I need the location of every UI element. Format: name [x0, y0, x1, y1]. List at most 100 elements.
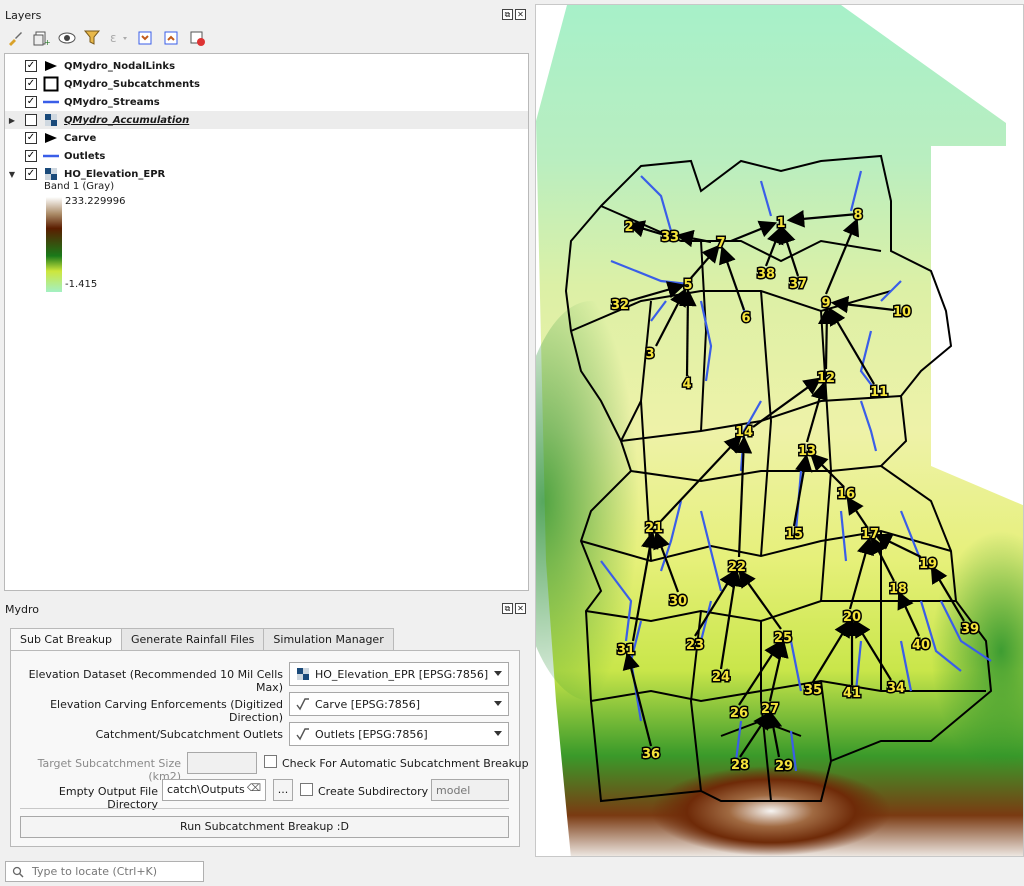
carving-select[interactable]: Carve [EPSG:7856]	[289, 692, 509, 716]
target-size-input[interactable]	[187, 752, 257, 774]
subcatchment-label: 1	[776, 216, 785, 231]
subcatchment-label: 28	[731, 758, 749, 773]
elevation-dataset-label: Elevation Dataset (Recommended 10 Mil Ce…	[28, 668, 283, 694]
float-panel-icon[interactable]: ⧉	[502, 9, 513, 20]
legend-band-label: Band 1 (Gray)	[44, 181, 115, 192]
visibility-eye-icon[interactable]	[56, 27, 78, 49]
subcatchment-label: 2	[624, 220, 633, 235]
subcatchment-label: 18	[889, 582, 907, 597]
carving-value: Carve [EPSG:7856]	[315, 697, 421, 711]
auto-breakup-checkbox[interactable]	[264, 755, 277, 768]
subcatchment-label: 29	[775, 759, 793, 774]
outlets-value: Outlets [EPSG:7856]	[315, 727, 428, 741]
svg-text:+: +	[44, 38, 50, 47]
layer-visibility-checkbox[interactable]: ✓	[25, 60, 37, 72]
filter-icon[interactable]	[82, 27, 104, 49]
form-divider	[20, 808, 509, 809]
subcatchment-label: 22	[728, 560, 746, 575]
line-icon	[43, 149, 59, 163]
create-subdir-checkbox[interactable]	[300, 783, 313, 796]
subcatchment-label: 10	[893, 305, 911, 320]
subcatchment-label: 31	[617, 643, 635, 658]
tab-sub-cat-breakup[interactable]: Sub Cat Breakup	[10, 628, 122, 651]
outlets-select[interactable]: Outlets [EPSG:7856]	[289, 722, 509, 746]
chevron-down-icon	[494, 731, 502, 736]
subcatchment-label: 36	[642, 747, 660, 762]
subcatchment-label: 9	[821, 296, 830, 311]
layer-name: QMydro_Accumulation	[64, 114, 190, 126]
float-panel-icon[interactable]: ⧉	[502, 603, 513, 614]
remove-layer-icon[interactable]	[186, 27, 208, 49]
expand-all-icon[interactable]	[134, 27, 156, 49]
subcatchment-label: 6	[741, 311, 750, 326]
elevation-dataset-select[interactable]: HO_Elevation_EPR [EPSG:7856]	[289, 662, 509, 686]
subcatchment-label: 3	[645, 347, 654, 362]
subcatchment-label: 5	[683, 278, 692, 293]
subcatchment-label: 21	[645, 521, 663, 536]
layer-name: Outlets	[64, 150, 106, 162]
subdir-name-input[interactable]	[431, 779, 509, 801]
layer-visibility-checkbox[interactable]	[25, 114, 37, 126]
layer-row-qmydro-accumulation[interactable]: ▶ QMydro_Accumulation	[5, 111, 528, 129]
clear-icon[interactable]: ⌫	[247, 783, 261, 794]
tab-generate-rainfall-files[interactable]: Generate Rainfall Files	[121, 628, 265, 650]
add-group-icon[interactable]: +	[30, 27, 52, 49]
legend-min-value: -1.415	[65, 279, 98, 290]
subcatchment-label: 37	[789, 277, 807, 292]
raster-icon	[43, 167, 59, 181]
layer-row-qmydro-subcatchments[interactable]: ✓ QMydro_Subcatchments	[5, 75, 528, 93]
layer-name: QMydro_Subcatchments	[64, 78, 200, 90]
mydro-panel-title: Mydro ⧉ ✕	[0, 598, 530, 620]
layers-toolbar: + ε	[4, 26, 208, 50]
layer-visibility-checkbox[interactable]: ✓	[25, 150, 37, 162]
layer-row-carve[interactable]: ✓ Carve	[5, 129, 528, 147]
subcatchment-label: 39	[961, 622, 979, 637]
expression-filter-icon: ε	[108, 27, 130, 49]
layer-visibility-checkbox[interactable]: ✓	[25, 168, 37, 180]
layer-visibility-checkbox[interactable]: ✓	[25, 132, 37, 144]
elevation-color-ramp	[46, 197, 62, 292]
layer-row-qmydro-streams[interactable]: ✓ QMydro_Streams	[5, 93, 528, 111]
layer-visibility-checkbox[interactable]: ✓	[25, 96, 37, 108]
raster-icon	[297, 668, 309, 680]
style-brush-icon[interactable]	[4, 27, 26, 49]
close-panel-icon[interactable]: ✕	[515, 603, 526, 614]
subcatchment-label: 14	[735, 425, 753, 440]
subcatchment-label: 8	[853, 208, 862, 223]
polygon-icon	[43, 76, 59, 92]
subcatchment-label: 23	[686, 638, 704, 653]
close-panel-icon[interactable]: ✕	[515, 9, 526, 20]
layer-row-outlets[interactable]: ✓ Outlets	[5, 147, 528, 165]
locator-placeholder: Type to locate (Ctrl+K)	[32, 865, 158, 878]
output-dir-input[interactable]: catch\Outputs ⌫	[162, 779, 266, 801]
subcatchment-label: 33	[661, 230, 679, 245]
mydro-tab-bar: Sub Cat Breakup Generate Rainfall Files …	[10, 628, 394, 651]
subcatchment-label: 17	[861, 527, 879, 542]
expand-arrow-icon[interactable]: ▶	[5, 116, 19, 125]
collapse-all-icon[interactable]	[160, 27, 182, 49]
tab-simulation-manager[interactable]: Simulation Manager	[263, 628, 394, 650]
layer-tree: ✓ QMydro_NodalLinks ✓ QMydro_Subcatchments ✓…	[4, 53, 529, 591]
line-layer-icon	[296, 698, 309, 711]
layer-name: HO_Elevation_EPR	[64, 168, 166, 180]
map-svg[interactable]: 1233 783837532 910634 121114131621 15 1719221…	[536, 5, 1024, 857]
subcatchment-label: 12	[817, 371, 835, 386]
browse-button[interactable]: ...	[273, 779, 293, 801]
subcatchment-label: 24	[712, 670, 730, 685]
subcatchment-label: 20	[843, 610, 861, 625]
subcatchment-label: 40	[912, 638, 930, 653]
subcatchment-label: 7	[716, 236, 725, 251]
auto-breakup-label: Check For Automatic Subcatchment Breakup	[282, 757, 529, 770]
layers-title: Layers	[5, 9, 42, 22]
locator-bar[interactable]: Type to locate (Ctrl+K)	[5, 861, 204, 882]
carving-label: Elevation Carving Enforcements (Digitize…	[50, 698, 283, 724]
map-canvas[interactable]: 1 2 33 7 8 38 37 5 32 9 10 6 3 4 12 11 14 13 16 21 15 17 19 22 1…	[535, 4, 1024, 857]
run-subcatchment-breakup-button[interactable]: Run Subcatchment Breakup :D	[20, 816, 509, 838]
collapse-arrow-icon[interactable]: ▼	[5, 170, 19, 179]
subcatchment-label: 41	[843, 686, 861, 701]
chevron-down-icon	[494, 701, 502, 706]
layer-row-qmydro-nodallinks[interactable]: ✓ QMydro_NodalLinks	[5, 57, 528, 75]
layer-visibility-checkbox[interactable]: ✓	[25, 78, 37, 90]
raster-icon	[43, 113, 59, 127]
layers-panel-title: Layers ⧉ ✕	[0, 4, 530, 26]
